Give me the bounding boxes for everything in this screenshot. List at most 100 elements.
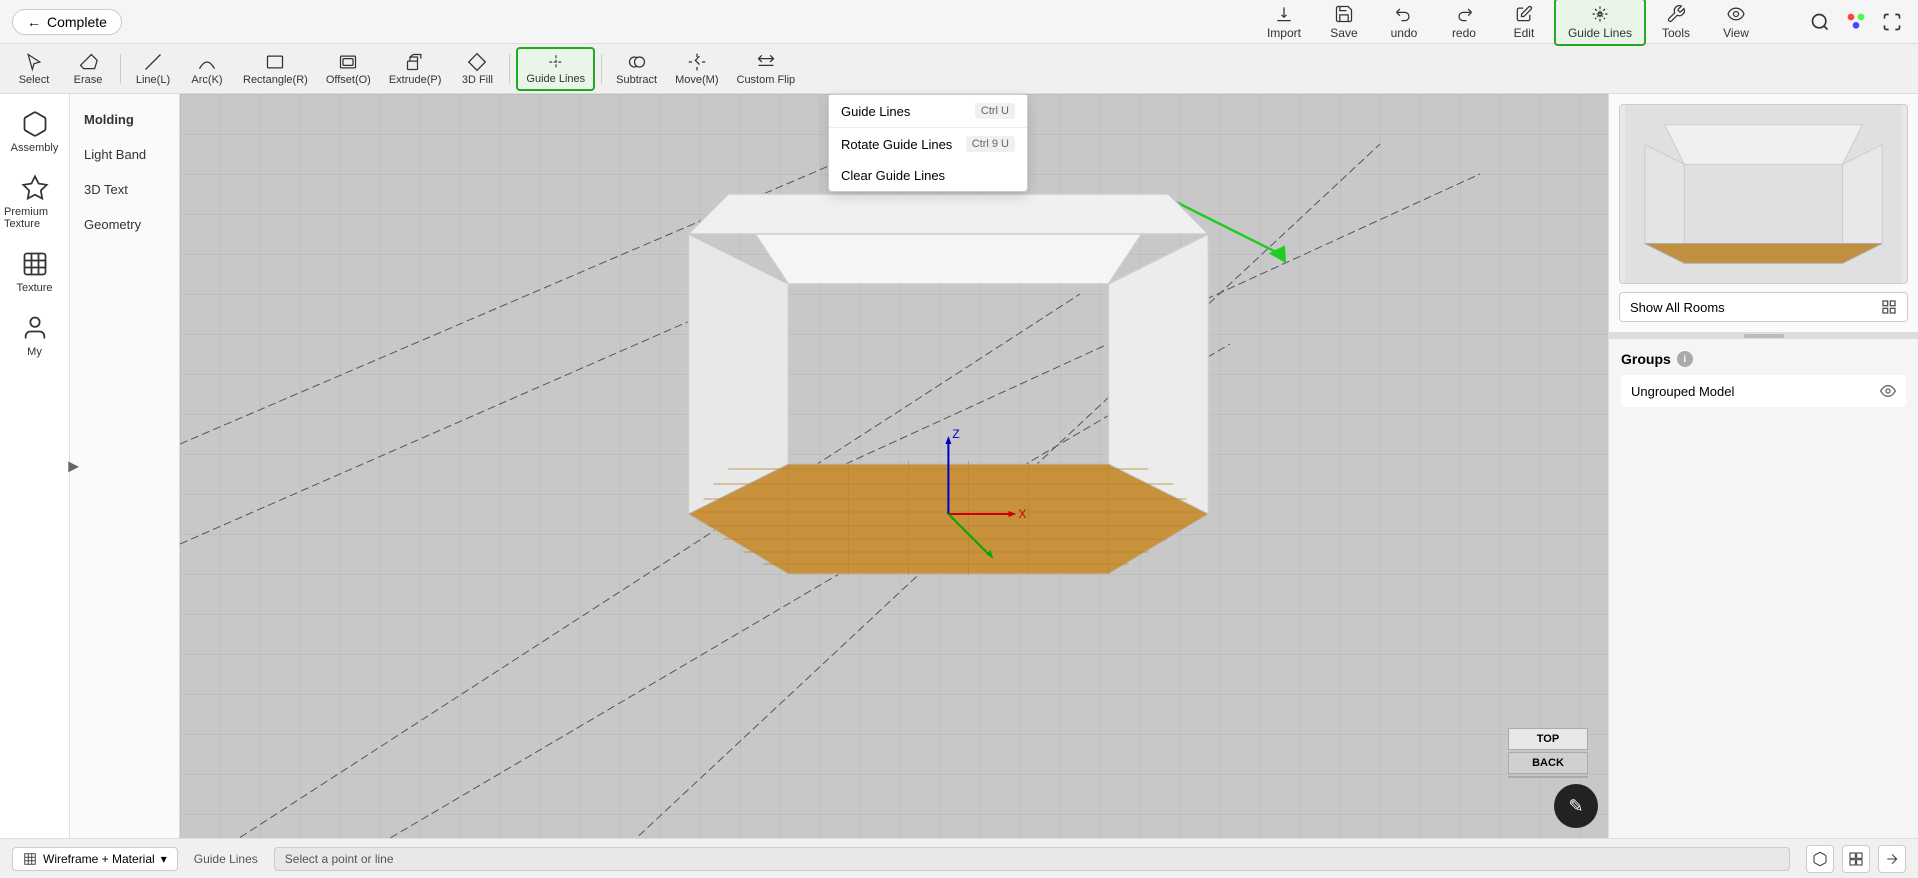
subtract-tool[interactable]: Subtract (608, 47, 665, 91)
mode-indicator: ▾ (161, 852, 167, 866)
back-label: Complete (47, 14, 107, 30)
bottom-right-icons (1806, 845, 1906, 873)
show-all-rooms-button[interactable]: Show All Rooms (1619, 292, 1908, 322)
back-button[interactable]: ← Complete (12, 9, 122, 35)
mode-label: Wireframe + Material (43, 852, 155, 866)
rotate-guide-lines-label: Rotate Guide Lines (841, 137, 952, 152)
save-label: Save (1330, 26, 1357, 40)
line-label: Line(L) (136, 74, 170, 86)
eye-icon[interactable] (1880, 383, 1896, 399)
3dfill-label: 3D Fill (462, 74, 493, 86)
3d-view-icon[interactable] (1806, 845, 1834, 873)
guide-lines-tool[interactable]: Guide Lines (516, 47, 595, 91)
sub-sidebar: Molding Light Band 3D Text Geometry (70, 94, 180, 838)
right-panel-top: Show All Rooms (1609, 94, 1918, 333)
guide-lines-top-button[interactable]: Guide Lines (1554, 0, 1646, 46)
subtract-label: Subtract (616, 74, 657, 86)
undo-button[interactable]: undo (1374, 0, 1434, 44)
right-panel: Show All Rooms Groups i Ungrouped Model (1608, 94, 1918, 838)
sidebar-expand-arrow[interactable]: ▶ (68, 458, 79, 475)
groups-title: Groups i (1621, 351, 1906, 367)
nav-cube-top[interactable]: TOP (1508, 728, 1588, 750)
separator-3 (601, 54, 602, 84)
guide-lines-dropdown: Guide Lines Ctrl U Rotate Guide Lines Ct… (828, 94, 1028, 192)
extrude-label: Extrude(P) (389, 74, 442, 86)
svg-text:Z: Z (952, 427, 959, 441)
assembly-label: Assembly (11, 142, 59, 154)
color-picker-icon[interactable] (1842, 8, 1870, 36)
sidebar-item-assembly[interactable]: Assembly (0, 102, 69, 162)
rotate-shortcut: Ctrl 9 U (966, 136, 1015, 152)
light-band-label: Light Band (84, 147, 146, 162)
arrow-view-icon[interactable] (1878, 845, 1906, 873)
offset-tool[interactable]: Offset(O) (318, 47, 379, 91)
undo-label: undo (1391, 26, 1418, 40)
redo-button[interactable]: redo (1434, 0, 1494, 44)
import-label: Import (1267, 26, 1301, 40)
top-tools: Import Save undo redo Edit Guide Lines (1254, 0, 1766, 46)
custom-flip-tool[interactable]: Custom Flip (729, 47, 804, 91)
search-icon-btn[interactable] (1806, 8, 1834, 36)
save-button[interactable]: Save (1314, 0, 1374, 44)
select-label: Select (19, 74, 50, 86)
texture-label: Texture (16, 282, 52, 294)
ungrouped-model-item: Ungrouped Model (1621, 375, 1906, 407)
move-tool[interactable]: Move(M) (667, 47, 726, 91)
main-content: Assembly Premium Texture Texture My ▶ Mo… (0, 94, 1918, 838)
rectangle-tool[interactable]: Rectangle(R) (235, 47, 316, 91)
geometry-label: Geometry (84, 217, 141, 232)
erase-tool[interactable]: Erase (62, 47, 114, 91)
clear-guide-lines-label: Clear Guide Lines (841, 168, 945, 183)
guide-lines-top-label: Guide Lines (1568, 26, 1632, 40)
fullscreen-icon[interactable] (1878, 8, 1906, 36)
grid-view-icon[interactable] (1842, 845, 1870, 873)
line-tool[interactable]: Line(L) (127, 47, 179, 91)
preview-svg (1620, 105, 1907, 283)
arc-label: Arc(K) (191, 74, 222, 86)
dropdown-title: Guide Lines (841, 104, 910, 119)
groups-info-icon[interactable]: i (1677, 351, 1693, 367)
view-button[interactable]: View (1706, 0, 1766, 44)
sub-item-3d-text[interactable]: 3D Text (70, 172, 179, 207)
custom-flip-label: Custom Flip (737, 74, 796, 86)
sub-item-molding[interactable]: Molding (70, 102, 179, 137)
chat-icon: ✎ (1568, 796, 1583, 817)
back-arrow-icon: ← (27, 14, 41, 30)
3dfill-tool[interactable]: 3D Fill (451, 47, 503, 91)
erase-label: Erase (74, 74, 103, 86)
arc-tool[interactable]: Arc(K) (181, 47, 233, 91)
nav-cube-line (1508, 776, 1588, 778)
premium-texture-label: Premium Texture (4, 206, 65, 230)
status-text: Select a point or line (285, 852, 394, 866)
sidebar-item-texture[interactable]: Texture (0, 242, 69, 302)
nav-back-label: BACK (1532, 757, 1564, 769)
room-svg: X Z (608, 154, 1288, 634)
nav-cube[interactable]: TOP BACK (1508, 728, 1588, 778)
select-tool[interactable]: Select (8, 47, 60, 91)
left-sidebar: Assembly Premium Texture Texture My ▶ (0, 94, 70, 838)
clear-guide-lines-item[interactable]: Clear Guide Lines (829, 160, 1027, 191)
offset-label: Offset(O) (326, 74, 371, 86)
sub-item-light-band[interactable]: Light Band (70, 137, 179, 172)
tools-button[interactable]: Tools (1646, 0, 1706, 44)
chat-fab[interactable]: ✎ (1554, 784, 1598, 828)
import-button[interactable]: Import (1254, 0, 1314, 44)
view-label: View (1723, 26, 1749, 40)
nav-cube-back[interactable]: BACK (1508, 752, 1588, 774)
edit-button[interactable]: Edit (1494, 0, 1554, 44)
group-icons (1880, 383, 1896, 399)
top-right-icons (1806, 8, 1906, 36)
move-label: Move(M) (675, 74, 718, 86)
toolbar: Select Erase Line(L) Arc(K) Rectangle(R)… (0, 44, 1918, 94)
separator-1 (120, 54, 121, 84)
sidebar-item-my[interactable]: My (0, 306, 69, 366)
status-bar: Select a point or line (274, 847, 1790, 871)
wireframe-mode-button[interactable]: Wireframe + Material ▾ (12, 847, 178, 871)
viewport[interactable]: X Z TOP BACK ✎ (180, 94, 1608, 838)
rotate-guide-lines-item[interactable]: Rotate Guide Lines Ctrl 9 U (829, 128, 1027, 160)
show-all-rooms-label: Show All Rooms (1630, 300, 1725, 315)
sub-item-geometry[interactable]: Geometry (70, 207, 179, 242)
extrude-tool[interactable]: Extrude(P) (381, 47, 450, 91)
sidebar-item-premium-texture[interactable]: Premium Texture (0, 166, 69, 238)
bottom-bar: Wireframe + Material ▾ Guide Lines Selec… (0, 838, 1918, 878)
